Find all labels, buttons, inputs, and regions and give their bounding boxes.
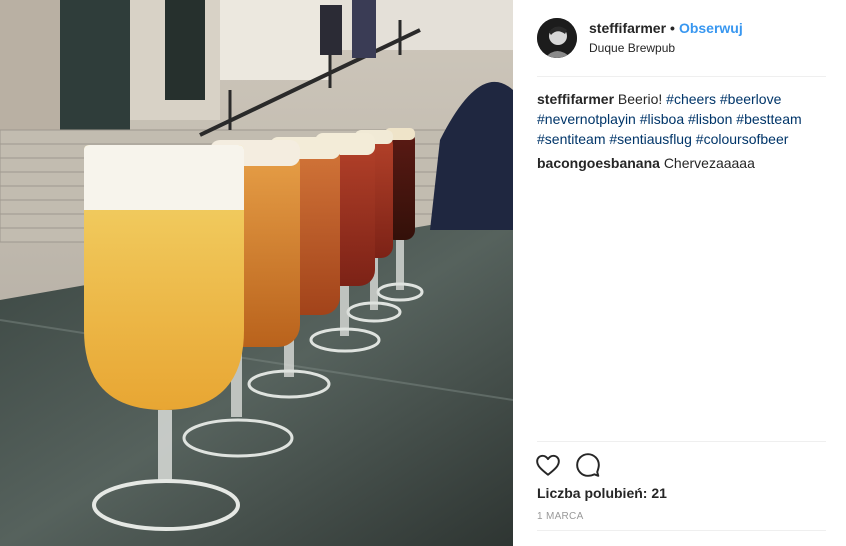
avatar[interactable]: [537, 18, 577, 58]
caption-username[interactable]: steffifarmer: [537, 91, 614, 107]
post-header: steffifarmer • Obserwuj Duque Brewpub: [537, 16, 826, 60]
comments-list: steffifarmer Beerio! #cheers #beerlove #…: [537, 89, 828, 177]
hashtag-link[interactable]: #bestteam: [736, 111, 801, 127]
location-link[interactable]: Duque Brewpub: [589, 39, 743, 57]
hashtag-link[interactable]: #beerlove: [720, 91, 782, 107]
hashtag-link[interactable]: #cheers: [666, 91, 716, 107]
header-divider: [537, 76, 826, 77]
hashtag-link[interactable]: #sentiausflug: [609, 131, 692, 147]
post-side-panel: steffifarmer • Obserwuj Duque Brewpub st…: [513, 0, 846, 546]
comment-item: bacongoesbanana Chervezaaaaa: [537, 153, 828, 173]
avatar-image: [537, 18, 577, 58]
footer-divider: [537, 530, 826, 531]
hashtag-link[interactable]: #lisboa: [640, 111, 684, 127]
comment-text: Chervezaaaaa: [663, 155, 755, 171]
hashtag-link[interactable]: #lisbon: [688, 111, 732, 127]
post-date[interactable]: 1 MARCA: [537, 511, 584, 522]
likes-count[interactable]: Liczba polubień: 21: [537, 485, 667, 501]
follow-button[interactable]: Obserwuj: [679, 19, 743, 37]
comment-bubble-icon[interactable]: [575, 452, 601, 478]
author-username[interactable]: steffifarmer: [589, 19, 666, 37]
actions-divider: [537, 441, 826, 442]
heart-icon[interactable]: [535, 452, 561, 478]
separator-dot: •: [670, 20, 675, 36]
comment-username[interactable]: bacongoesbanana: [537, 155, 660, 171]
hashtag-link[interactable]: #coloursofbeer: [696, 131, 789, 147]
action-bar: [535, 452, 615, 478]
caption: steffifarmer Beerio! #cheers #beerlove #…: [537, 89, 828, 149]
beer-flight-image: [0, 0, 513, 546]
caption-text: Beerio!: [617, 91, 663, 107]
hashtag-link[interactable]: #nevernotplayin: [537, 111, 636, 127]
hashtag-link[interactable]: #sentiteam: [537, 131, 605, 147]
post-photo[interactable]: [0, 0, 513, 546]
